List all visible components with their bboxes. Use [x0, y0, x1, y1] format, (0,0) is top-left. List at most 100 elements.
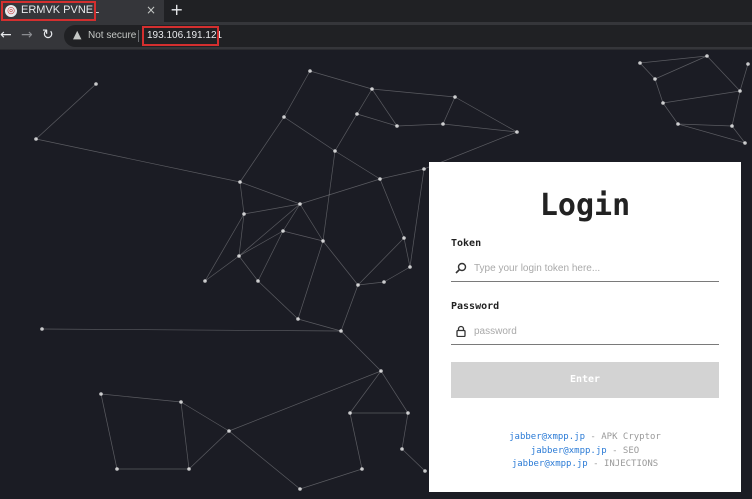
network-node [99, 392, 103, 396]
browser-toolbar: ← → ↻ ▲ Not secure 193.106.191.121 [0, 22, 752, 50]
network-line [403, 237, 411, 268]
network-node [242, 212, 246, 216]
contact-jid[interactable]: jabber@xmpp.jp [531, 446, 607, 456]
network-node [333, 149, 337, 153]
network-node [441, 122, 445, 126]
network-line [334, 150, 381, 180]
network-line [677, 123, 733, 127]
reload-icon[interactable]: ↻ [42, 26, 54, 44]
contact-line: jabber@xmpp.jp - APK Cryptor [429, 432, 741, 442]
password-placeholder: password [474, 326, 517, 337]
network-line [180, 401, 190, 470]
network-line [731, 125, 746, 144]
network-node [738, 89, 742, 93]
network-line [357, 237, 405, 286]
network-node [187, 467, 191, 471]
password-field[interactable]: password [451, 319, 719, 345]
network-node [638, 61, 642, 65]
network-line [401, 412, 409, 450]
network-node [115, 467, 119, 471]
network-node [203, 279, 207, 283]
password-label: Password [451, 301, 500, 312]
network-line [297, 240, 324, 320]
contact-separator: - [606, 446, 623, 456]
network-line [380, 370, 409, 414]
network-node [298, 202, 302, 206]
network-node [676, 122, 680, 126]
network-node [339, 329, 343, 333]
back-icon[interactable]: ← [0, 26, 12, 44]
network-line [662, 90, 741, 104]
network-line [379, 168, 425, 180]
address-bar[interactable]: ▲ Not secure 193.106.191.121 [64, 25, 752, 47]
network-line [334, 113, 358, 152]
network-node [321, 239, 325, 243]
network-node [382, 280, 386, 284]
network-line [239, 181, 301, 205]
network-line [282, 230, 324, 242]
login-card: Login Token Type your login token here..… [429, 162, 741, 492]
network-node [238, 180, 242, 184]
network-node [356, 283, 360, 287]
new-tab-button[interactable]: + [170, 1, 183, 19]
network-node [746, 62, 750, 66]
network-line [654, 78, 664, 104]
forward-icon[interactable]: → [21, 26, 33, 44]
network-node [378, 177, 382, 181]
network-line [299, 468, 363, 490]
network-line [283, 70, 311, 118]
network-line [340, 330, 382, 372]
network-line [309, 70, 373, 90]
contact-service: SEO [622, 446, 640, 456]
network-line [239, 116, 285, 183]
network-node [402, 236, 406, 240]
network-node [743, 141, 747, 145]
network-line [239, 181, 245, 215]
network-node [94, 82, 98, 86]
network-node [406, 411, 410, 415]
warning-icon[interactable]: ▲ [73, 28, 81, 41]
network-node [408, 265, 412, 269]
network-node [453, 95, 457, 99]
contact-jid[interactable]: jabber@xmpp.jp [509, 432, 585, 442]
enter-button[interactable]: Enter [451, 362, 719, 398]
network-node [179, 400, 183, 404]
network-line [204, 213, 245, 282]
network-line [662, 102, 679, 125]
network-line [238, 203, 301, 257]
security-status[interactable]: Not secure [88, 30, 136, 41]
network-node [422, 167, 426, 171]
network-line [204, 255, 240, 282]
url-highlight-box [142, 26, 219, 46]
contact-line: jabber@xmpp.jp - INJECTIONS [429, 459, 741, 469]
lock-icon [456, 325, 466, 337]
tab-highlight-box [1, 1, 96, 21]
network-node [661, 101, 665, 105]
page-viewport: Login Token Type your login token here..… [0, 51, 752, 499]
network-node [379, 369, 383, 373]
network-line [238, 255, 259, 282]
close-icon[interactable]: × [146, 3, 156, 17]
network-node [256, 279, 260, 283]
token-field[interactable]: Type your login token here... [451, 256, 719, 282]
network-line [356, 88, 373, 115]
network-node [282, 115, 286, 119]
network-node [308, 69, 312, 73]
tab-strip: ◎ ERMVK PVNEL × + [0, 0, 752, 22]
network-line [639, 55, 708, 64]
network-node [40, 327, 44, 331]
network-line [243, 203, 301, 215]
network-node [400, 447, 404, 451]
network-line [396, 123, 444, 127]
network-line [409, 168, 425, 268]
network-node [34, 137, 38, 141]
contact-jid[interactable]: jabber@xmpp.jp [512, 459, 588, 469]
contact-separator: - [587, 459, 604, 469]
network-line [188, 430, 230, 470]
network-line [454, 96, 518, 133]
network-node [515, 130, 519, 134]
network-node [653, 77, 657, 81]
network-node [348, 411, 352, 415]
network-line [383, 266, 411, 283]
network-line [677, 123, 746, 144]
